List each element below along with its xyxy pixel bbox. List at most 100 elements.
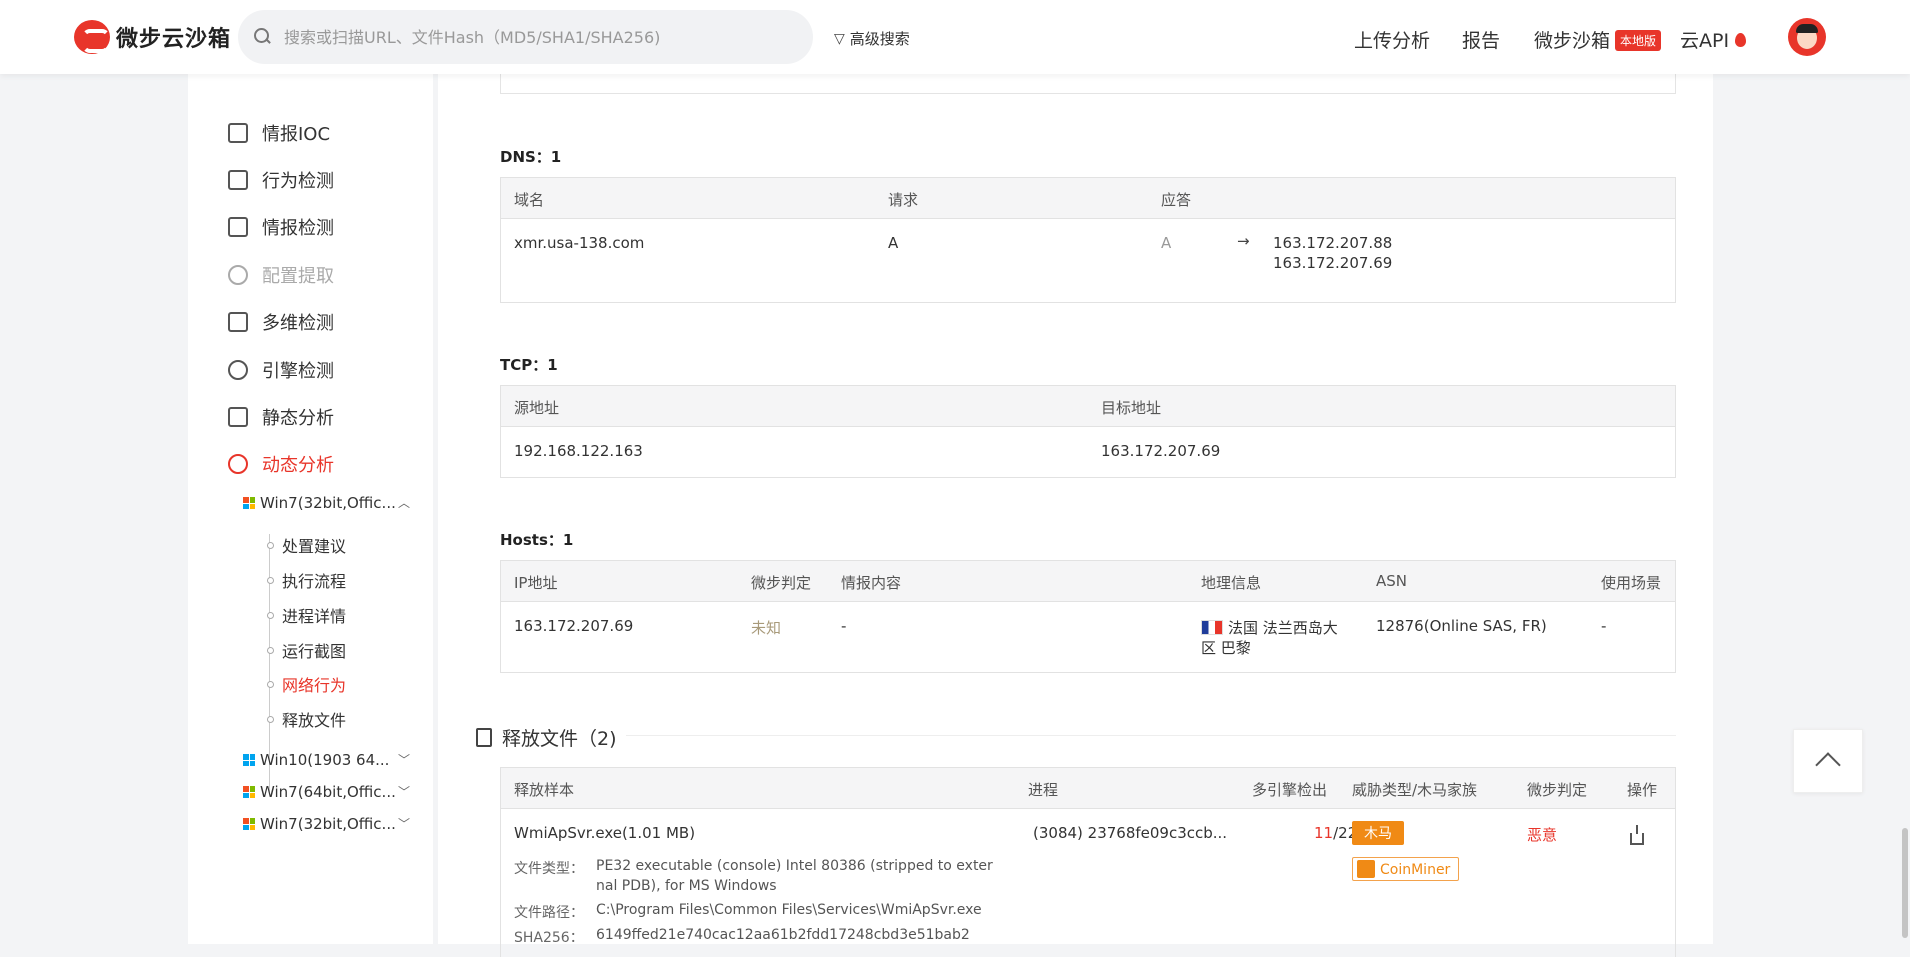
host-geo-line1: 法国 法兰西岛大 <box>1228 619 1338 637</box>
logo[interactable]: 微步云沙箱 <box>74 20 231 54</box>
sidebar-item-label: 动态分析 <box>262 455 334 476</box>
chevron-up-icon[interactable]: ︿ <box>398 494 410 511</box>
file-type-line2: nal PDB), for MS Windows <box>596 878 777 894</box>
column-header: 源地址 <box>514 399 560 417</box>
column-header: 微步判定 <box>751 574 812 592</box>
sha256-value[interactable]: 6149ffed21e740cac12aa61b2fdd17248cbd3e51… <box>596 927 970 943</box>
family-label: CoinMiner <box>1380 862 1451 878</box>
filter-icon: ▽ <box>834 30 845 47</box>
nav-cloud-api-label: 云API <box>1680 30 1730 52</box>
chevron-down-icon[interactable]: ﹀ <box>398 783 410 800</box>
column-header: IP地址 <box>514 574 558 592</box>
release-title: 释放文件（2) <box>502 728 617 750</box>
family-tag[interactable]: CoinMiner <box>1352 857 1460 881</box>
chevron-down-icon[interactable]: ﹀ <box>398 815 410 832</box>
sidebar: 情报IOC 行为检测 情报检测 配置提取 多维检测 引擎检测 静态分析 动态分析… <box>188 74 433 944</box>
sub-item-advice[interactable]: 处置建议 <box>266 533 346 557</box>
sidebar-item-label: 静态分析 <box>262 408 334 429</box>
layout-icon <box>228 217 248 237</box>
nav-sandbox-label: 微步沙箱 <box>1534 30 1611 52</box>
sidebar-item-config[interactable]: 配置提取 <box>228 262 334 288</box>
sidebar-item-static[interactable]: 静态分析 <box>228 404 334 430</box>
column-header: 应答 <box>1161 191 1192 209</box>
file-type-line1: PE32 executable (console) Intel 80386 (s… <box>596 858 993 874</box>
host-asn: 12876(Online SAS, FR) <box>1376 617 1547 635</box>
sub-item-screenshot[interactable]: 运行截图 <box>266 638 346 662</box>
dns-answer-ip[interactable]: 163.172.207.88 <box>1273 234 1392 252</box>
hosts-title: Hosts：1 <box>500 531 574 549</box>
vm-win7-64[interactable]: Win7(64bit,Offic... <box>243 783 396 801</box>
france-flag-icon <box>1201 620 1223 635</box>
back-to-top-button[interactable] <box>1793 729 1863 793</box>
host-geo-line2: 区 巴黎 <box>1201 639 1251 657</box>
vm-label: Win7(64bit,Offic... <box>260 783 396 801</box>
sidebar-item-intel[interactable]: 情报检测 <box>228 214 334 240</box>
chevron-down-icon[interactable]: ﹀ <box>398 751 410 768</box>
sub-item-network[interactable]: 网络行为 <box>266 672 346 696</box>
file-path-label: 文件路径： <box>514 905 584 921</box>
sidebar-item-label: 情报IOC <box>262 124 331 145</box>
sidebar-item-label: 行为检测 <box>262 171 334 192</box>
main-content: DNS：1 域名 请求 应答 xmr.usa-138.com A A → 163… <box>438 64 1713 957</box>
sidebar-item-label: 引擎检测 <box>262 361 334 382</box>
file-path: C:\Program Files\Common Files\Services\W… <box>596 902 982 918</box>
dns-answer-ip[interactable]: 163.172.207.69 <box>1273 254 1392 272</box>
vm-win7-32-a[interactable]: Win7(32bit,Offic... <box>243 494 396 512</box>
dns-domain[interactable]: xmr.usa-138.com <box>514 234 644 252</box>
detection-hit: 11 <box>1314 824 1334 842</box>
table-header: IP地址 微步判定 情报内容 地理信息 ASN 使用场景 <box>501 561 1675 602</box>
scrollbar[interactable] <box>1902 828 1908 938</box>
column-header: 使用场景 <box>1601 574 1662 592</box>
avatar[interactable] <box>1788 18 1826 56</box>
column-header: 域名 <box>514 191 545 209</box>
tcp-dst[interactable]: 163.172.207.69 <box>1101 442 1220 460</box>
column-header: 情报内容 <box>841 574 902 592</box>
windows-icon <box>243 818 255 830</box>
sidebar-item-label: 配置提取 <box>262 266 334 287</box>
table-header: 域名 请求 应答 <box>501 178 1675 219</box>
search-box[interactable] <box>238 10 813 64</box>
search-icon <box>254 28 272 46</box>
tcp-title: TCP：1 <box>500 356 558 374</box>
sha256-label: SHA256： <box>514 930 584 946</box>
nav-sandbox[interactable]: 微步沙箱 本地版 <box>1534 26 1662 53</box>
sidebar-item-behavior[interactable]: 行为检测 <box>228 167 334 193</box>
advanced-search-button[interactable]: ▽ 高级搜索 <box>834 28 910 49</box>
nav-report[interactable]: 报告 <box>1462 26 1500 53</box>
sub-item-process[interactable]: 进程详情 <box>266 603 346 627</box>
list-icon <box>228 407 248 427</box>
divider <box>626 735 1676 736</box>
top-bar: 微步云沙箱 ▽ 高级搜索 上传分析 报告 微步沙箱本地版 云API <box>0 0 1910 74</box>
dns-table: 域名 请求 应答 xmr.usa-138.com A A → 163.172.2… <box>500 177 1676 303</box>
vm-label: Win7(32bit,Offic... <box>260 494 396 512</box>
release-process[interactable]: (3084) 23768fe09c3ccb... <box>1033 824 1227 842</box>
column-header: ASN <box>1376 572 1408 590</box>
column-header: 进程 <box>1028 781 1059 799</box>
nav-cloud-api[interactable]: 云API <box>1680 26 1747 53</box>
sidebar-item-engine[interactable]: 引擎检测 <box>228 357 334 383</box>
sub-item-release[interactable]: 释放文件 <box>266 707 346 731</box>
windows-icon <box>243 497 255 509</box>
sub-item-flow[interactable]: 执行流程 <box>266 568 346 592</box>
sidebar-item-ioc[interactable]: 情报IOC <box>228 120 330 146</box>
column-header: 目标地址 <box>1101 399 1162 417</box>
sidebar-item-multidim[interactable]: 多维检测 <box>228 309 334 335</box>
vm-win7-32-b[interactable]: Win7(32bit,Offic... <box>243 815 396 833</box>
column-header: 威胁类型/木马家族 <box>1352 781 1478 799</box>
host-usage: - <box>1601 617 1607 635</box>
search-input[interactable] <box>284 27 804 47</box>
host-geo: 法国 法兰西岛大 <box>1201 617 1338 638</box>
threat-type-tag: 木马 <box>1352 821 1404 845</box>
sidebar-item-label: 多维检测 <box>262 313 334 334</box>
nav-upload[interactable]: 上传分析 <box>1354 26 1430 53</box>
sidebar-item-dynamic[interactable]: 动态分析 <box>228 451 334 477</box>
download-icon[interactable] <box>1630 825 1644 845</box>
share-icon <box>228 454 248 474</box>
table-header: 源地址 目标地址 <box>501 386 1675 427</box>
table-header: 释放样本 进程 多引擎检出 威胁类型/木马家族 微步判定 操作 <box>501 768 1675 809</box>
release-file-name[interactable]: WmiApSvr.exe(1.01 MB) <box>514 824 695 842</box>
vm-win10[interactable]: Win10(1903 64... <box>243 751 389 769</box>
release-detections: 11/22 <box>1314 824 1357 842</box>
host-ip[interactable]: 163.172.207.69 <box>514 617 633 635</box>
local-badge: 本地版 <box>1615 30 1662 51</box>
